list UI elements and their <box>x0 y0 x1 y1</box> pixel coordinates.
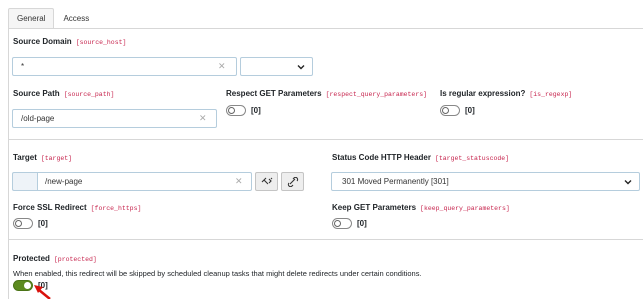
status-code-label: Status Code HTTP Header [target_statuscod… <box>332 153 510 162</box>
toggle-knob <box>334 220 341 227</box>
respect-get-label: Respect GET Parameters [respect_query_par… <box>226 89 428 98</box>
source-domain-select[interactable] <box>240 57 313 76</box>
keep-get-value: [0] <box>357 219 367 228</box>
status-code-value: 301 Moved Permanently [301] <box>342 177 449 186</box>
keep-get-toggle[interactable] <box>332 218 352 229</box>
target-input-addon <box>12 172 38 191</box>
toggle-knob <box>228 107 235 114</box>
regex-value: [0] <box>465 106 475 115</box>
clear-icon[interactable]: ✕ <box>218 61 226 72</box>
tab-access[interactable]: Access <box>54 8 98 29</box>
force-ssl-value: [0] <box>38 219 48 228</box>
clear-icon[interactable]: ✕ <box>199 113 207 124</box>
respect-get-value: [0] <box>251 106 261 115</box>
link-wizard-button[interactable] <box>255 172 278 191</box>
clear-icon[interactable]: ✕ <box>235 176 243 187</box>
target-label: Target [target] <box>13 153 73 162</box>
toggle-knob <box>442 107 449 114</box>
force-ssl-toggle[interactable] <box>13 218 33 229</box>
toggle-knob <box>15 220 22 227</box>
target-section: Target [target] /new-page ✕ Status Code H… <box>9 140 643 240</box>
source-section: Source Domain [source_host] * ✕ Source Pa… <box>9 29 643 140</box>
regex-label: Is regular expression? [is_regexp] <box>440 89 573 98</box>
keep-get-label: Keep GET Parameters [keep_query_parameter… <box>332 203 510 212</box>
protected-label: Protected [protected] <box>13 254 97 263</box>
regex-toggle[interactable] <box>440 105 460 116</box>
target-value: /new-page <box>45 177 83 186</box>
source-domain-label: Source Domain [source_host] <box>13 37 127 46</box>
source-domain-value: * <box>21 62 25 71</box>
chevron-down-icon <box>297 65 305 70</box>
link-icon <box>287 177 299 187</box>
source-path-input[interactable]: /old-page ✕ <box>12 109 217 128</box>
red-arrow-pointer <box>34 285 51 299</box>
form-panel: Source Domain [source_host] * ✕ Source Pa… <box>8 28 643 299</box>
source-path-label: Source Path [source_path] <box>13 89 115 98</box>
force-ssl-label: Force SSL Redirect [force_https] <box>13 203 142 212</box>
protected-section: Protected [protected] When enabled, this … <box>9 240 643 299</box>
tab-bar: General Access <box>8 8 98 29</box>
target-input[interactable]: /new-page ✕ <box>37 172 252 191</box>
source-path-value: /old-page <box>21 114 55 123</box>
status-code-select[interactable]: 301 Moved Permanently [301] <box>331 172 640 191</box>
link-browser-button[interactable] <box>281 172 304 191</box>
wizard-icon <box>261 177 273 185</box>
chevron-down-icon <box>624 180 632 185</box>
protected-description: When enabled, this redirect will be skip… <box>13 269 422 278</box>
tab-general[interactable]: General <box>8 8 55 29</box>
respect-get-toggle[interactable] <box>226 105 246 116</box>
source-domain-input[interactable]: * ✕ <box>12 57 237 76</box>
